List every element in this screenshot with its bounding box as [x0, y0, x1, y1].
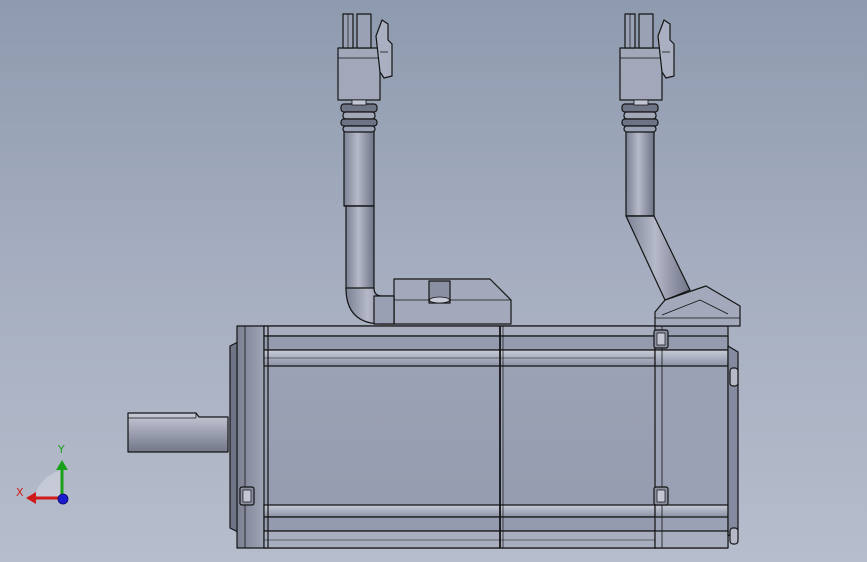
power-cable[interactable]: [340, 103, 395, 325]
graphics-viewport[interactable]: X Y: [0, 0, 867, 562]
encoder-cable[interactable]: [621, 103, 691, 301]
y-axis-arrowhead: [56, 460, 68, 470]
encoder-connector[interactable]: [619, 13, 675, 106]
rear-end-cap[interactable]: [653, 325, 739, 549]
x-axis-arrowhead: [26, 492, 36, 504]
orientation-triad[interactable]: [26, 460, 69, 505]
y-axis-label: Y: [58, 443, 65, 456]
motor-model[interactable]: [0, 0, 867, 562]
z-axis-dot: [57, 493, 69, 505]
motor-housing[interactable]: [263, 325, 657, 549]
front-flange[interactable]: [229, 325, 266, 549]
x-axis-label: X: [16, 486, 24, 499]
output-shaft[interactable]: [127, 412, 229, 453]
power-connector[interactable]: [337, 13, 393, 106]
connector-block[interactable]: [393, 278, 512, 325]
